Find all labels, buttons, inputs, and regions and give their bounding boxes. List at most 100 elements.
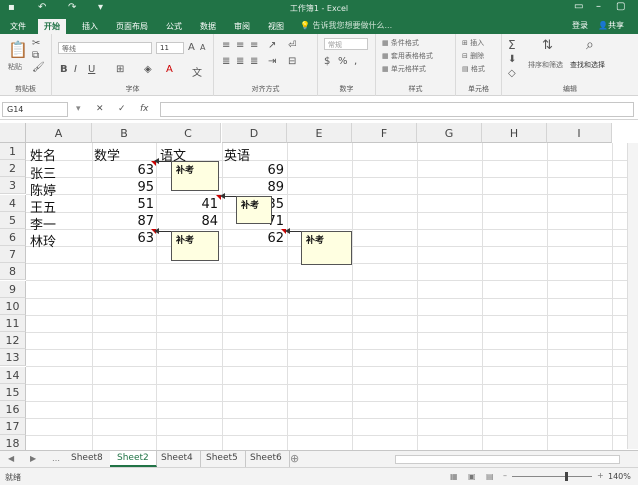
bold-icon[interactable]: B	[60, 64, 68, 75]
cell-d3[interactable]: 89	[222, 180, 284, 195]
login-link[interactable]: 登录	[572, 20, 588, 31]
cell-b1[interactable]: 数学	[94, 145, 120, 164]
sort-filter-icon[interactable]: ⇅	[542, 38, 553, 53]
tab-file[interactable]: 文件	[4, 19, 32, 34]
underline-icon[interactable]: U	[88, 64, 95, 75]
comment-box-c4[interactable]: 补考	[236, 196, 272, 224]
conditional-format-button[interactable]: ▦ 条件格式	[382, 38, 419, 48]
tab-review[interactable]: 审阅	[228, 19, 256, 34]
paste-label[interactable]: 粘贴	[8, 62, 22, 72]
font-name-box[interactable]: 等线	[58, 42, 152, 54]
comma-icon[interactable]: ,	[354, 56, 357, 67]
cell-style-button[interactable]: ▦ 单元格样式	[382, 64, 426, 74]
find-select-label[interactable]: 查找和选择	[570, 60, 605, 70]
tab-page-layout[interactable]: 页面布局	[110, 19, 154, 34]
vertical-scrollbar[interactable]	[627, 143, 638, 449]
row-header-15[interactable]: 15	[0, 383, 26, 401]
row-header-2[interactable]: 2	[0, 160, 26, 178]
sheet-tab-sheet6[interactable]: Sheet6	[243, 451, 290, 467]
column-header-d[interactable]: D	[222, 123, 287, 143]
currency-icon[interactable]: $	[324, 56, 330, 67]
cell-b3[interactable]: 95	[92, 180, 154, 195]
row-header-4[interactable]: 4	[0, 194, 26, 212]
cell-b6[interactable]: 63	[92, 231, 154, 246]
cell-d6[interactable]: 62	[222, 231, 284, 246]
more-sheets-icon[interactable]: …	[52, 454, 60, 463]
next-sheet-icon[interactable]: ▶	[30, 454, 36, 463]
comment-box-b6[interactable]: 补考	[171, 231, 219, 261]
fill-icon[interactable]: ⬇	[508, 54, 516, 65]
add-sheet-icon[interactable]: ⊕	[290, 452, 299, 465]
cell-c4[interactable]: 41	[156, 197, 218, 212]
sheet-tab-sheet4[interactable]: Sheet4	[154, 451, 201, 467]
maximize-icon[interactable]: ▢	[616, 1, 625, 12]
cell-d1[interactable]: 英语	[224, 145, 250, 164]
align-middle-icon[interactable]: ≡	[236, 40, 244, 51]
column-header-i[interactable]: I	[547, 123, 612, 143]
number-format-box[interactable]: 常规	[324, 38, 368, 50]
zoom-slider-thumb[interactable]	[565, 472, 568, 481]
wrap-text-icon[interactable]: ⏎	[288, 40, 296, 51]
borders-icon[interactable]: ⊞	[116, 64, 124, 75]
ribbon-display-icon[interactable]: ▭	[574, 1, 583, 12]
zoom-level[interactable]: 140%	[608, 472, 631, 481]
normal-view-icon[interactable]: ▦	[450, 472, 458, 481]
sort-filter-label[interactable]: 排序和筛选	[528, 60, 563, 70]
minimize-icon[interactable]: –	[596, 1, 601, 12]
row-header-14[interactable]: 14	[0, 366, 26, 384]
sheet-tab-sheet2[interactable]: Sheet2	[110, 451, 157, 467]
row-header-11[interactable]: 11	[0, 315, 26, 332]
row-header-8[interactable]: 8	[0, 263, 26, 281]
horizontal-scrollbar[interactable]	[395, 455, 620, 464]
zoom-in-icon[interactable]: +	[597, 471, 604, 480]
row-header-9[interactable]: 9	[0, 280, 26, 298]
tab-insert[interactable]: 插入	[76, 19, 104, 34]
find-select-icon[interactable]: ⌕	[586, 37, 594, 53]
cell-b5[interactable]: 87	[92, 214, 154, 229]
align-right-icon[interactable]: ≣	[250, 56, 258, 67]
column-header-g[interactable]: G	[417, 123, 482, 143]
copy-icon[interactable]: ⧉	[32, 50, 39, 61]
cut-icon[interactable]: ✂	[32, 38, 40, 49]
tab-view[interactable]: 视图	[262, 19, 290, 34]
percent-icon[interactable]: %	[338, 56, 348, 67]
tab-formulas[interactable]: 公式	[160, 19, 188, 34]
worksheet-grid[interactable]: ABCDEFGHI 1 2 3 4 5 6 7 8 9 10 11 12 13 14 15 16 17 18 姓名…	[0, 123, 632, 462]
row-header-6[interactable]: 6	[0, 229, 26, 246]
align-center-icon[interactable]: ≣	[236, 56, 244, 67]
row-header-1[interactable]: 1	[0, 143, 26, 160]
font-size-box[interactable]: 11	[156, 42, 184, 54]
cell-a6[interactable]: 林玲	[30, 231, 56, 250]
column-header-f[interactable]: F	[352, 123, 417, 143]
phonetic-icon[interactable]: 文	[192, 64, 202, 79]
cell-c5[interactable]: 84	[156, 214, 218, 229]
grow-font-icon[interactable]: A	[188, 42, 195, 53]
table-format-button[interactable]: ▦ 套用表格格式	[382, 51, 433, 61]
column-header-h[interactable]: H	[482, 123, 547, 143]
indent-icon[interactable]: ⇥	[268, 56, 276, 67]
delete-cells-button[interactable]: ⊟ 删除	[462, 51, 484, 61]
orientation-icon[interactable]: ↗	[268, 40, 276, 51]
share-button[interactable]: 👤共享	[598, 20, 624, 31]
align-bottom-icon[interactable]: ≡	[250, 40, 258, 51]
page-layout-view-icon[interactable]: ▣	[468, 472, 476, 481]
column-header-c[interactable]: C	[156, 123, 221, 143]
insert-cells-button[interactable]: ⊞ 插入	[462, 38, 484, 48]
cell-b2[interactable]: 63	[92, 163, 154, 178]
comment-box-d6[interactable]: 补考	[301, 231, 352, 265]
prev-sheet-icon[interactable]: ◀	[8, 454, 14, 463]
zoom-slider[interactable]	[512, 476, 592, 477]
enter-icon[interactable]: ✓	[118, 104, 126, 114]
cell-d2[interactable]: 69	[222, 163, 284, 178]
format-cells-button[interactable]: ▤ 格式	[462, 64, 485, 74]
fill-color-icon[interactable]: ◈	[144, 64, 152, 75]
paste-icon[interactable]: 📋	[8, 40, 28, 59]
column-header-b[interactable]: B	[92, 123, 157, 143]
namebox-dropdown-icon[interactable]: ▾	[76, 104, 81, 114]
row-header-13[interactable]: 13	[0, 349, 26, 367]
shrink-font-icon[interactable]: A	[200, 43, 205, 52]
zoom-out-icon[interactable]: –	[503, 471, 507, 480]
select-all-corner[interactable]	[0, 123, 26, 143]
page-break-view-icon[interactable]: ▤	[486, 472, 494, 481]
insert-function-icon[interactable]: fx	[140, 104, 149, 114]
